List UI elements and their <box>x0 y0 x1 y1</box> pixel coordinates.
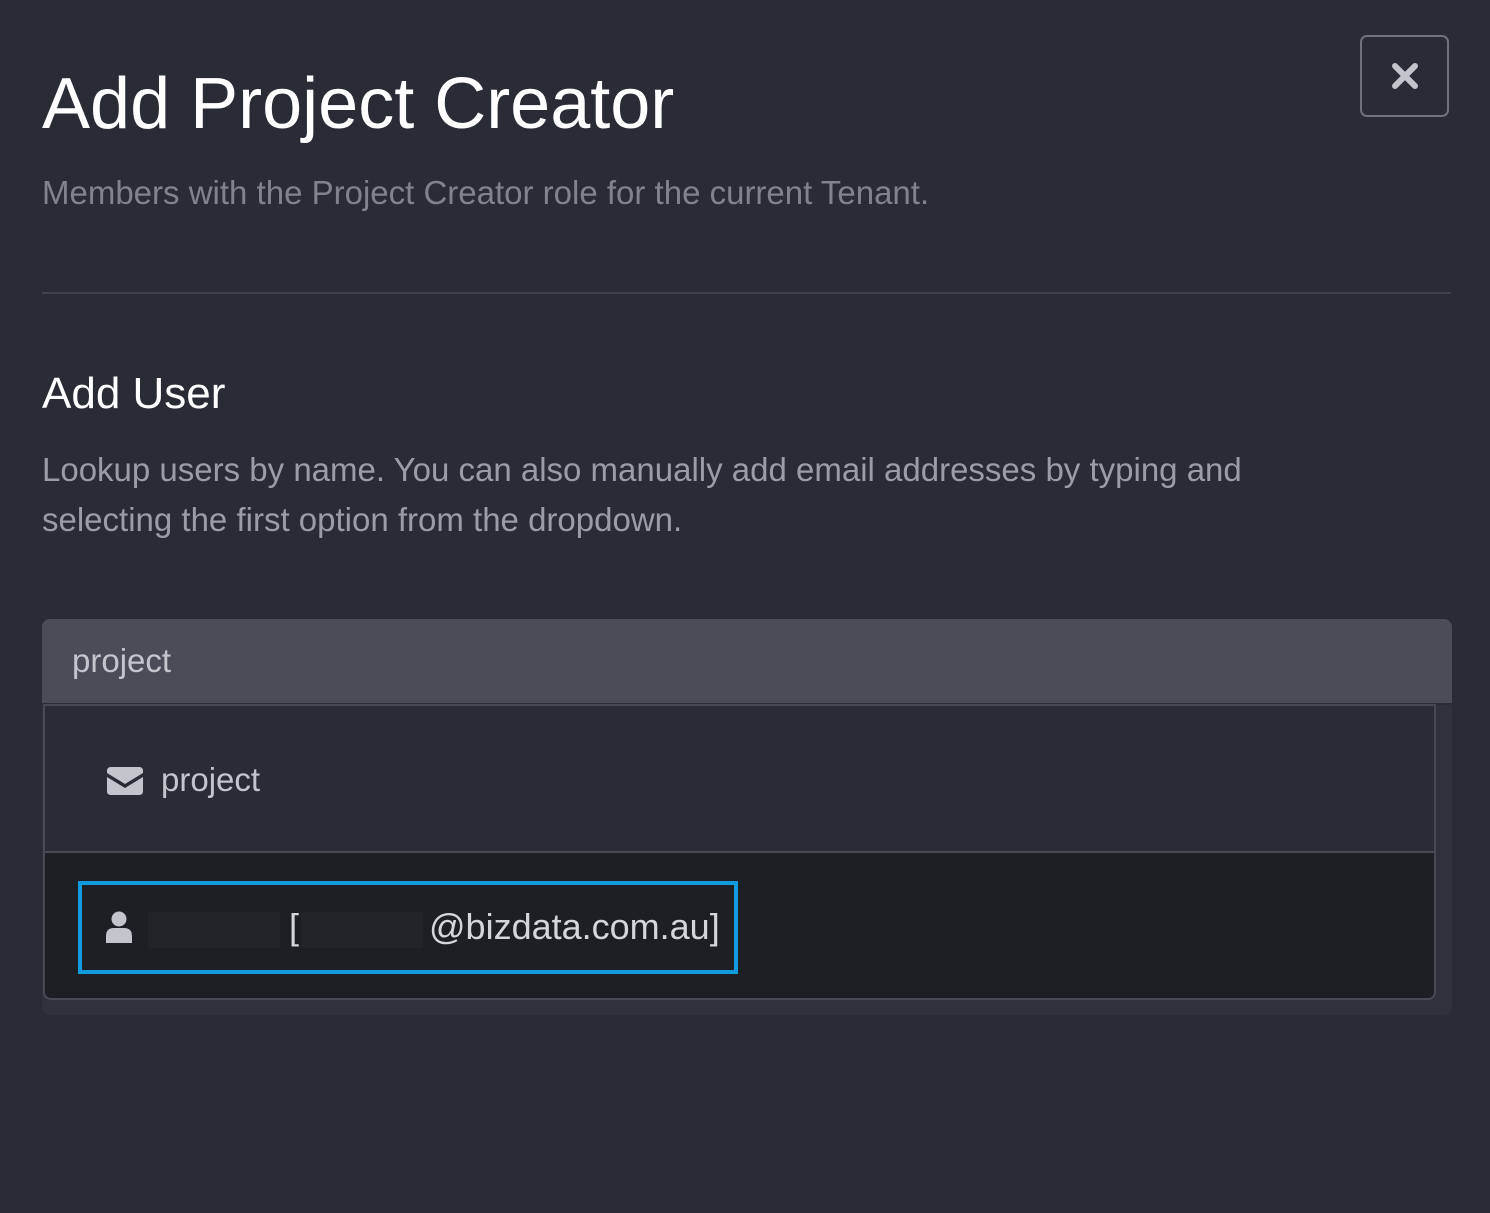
header-divider <box>42 292 1451 294</box>
dropdown-option-email[interactable]: project <box>45 706 1434 853</box>
envelope-icon <box>107 767 143 795</box>
user-icon <box>106 911 132 943</box>
close-icon <box>1391 63 1418 89</box>
redacted-email-local-part <box>301 912 423 948</box>
user-search-input[interactable] <box>42 619 1452 703</box>
email-bracket-open: [ <box>289 906 300 947</box>
user-email-domain: @bizdata.com.au] <box>429 906 720 947</box>
modal-subtitle: Members with the Project Creator role fo… <box>42 174 930 211</box>
close-button[interactable] <box>1360 35 1449 117</box>
dropdown-option-user[interactable]: [ @bizdata.com.au] <box>45 853 1434 998</box>
add-user-heading: Add User <box>42 369 226 418</box>
redacted-user-name <box>148 912 280 948</box>
modal-title: Add Project Creator <box>42 64 675 144</box>
add-user-help-text: Lookup users by name. You can also manua… <box>42 451 1242 538</box>
email-option-label: project <box>161 761 261 798</box>
user-dropdown: project [ @bizdata.com.au] <box>43 704 1436 1000</box>
